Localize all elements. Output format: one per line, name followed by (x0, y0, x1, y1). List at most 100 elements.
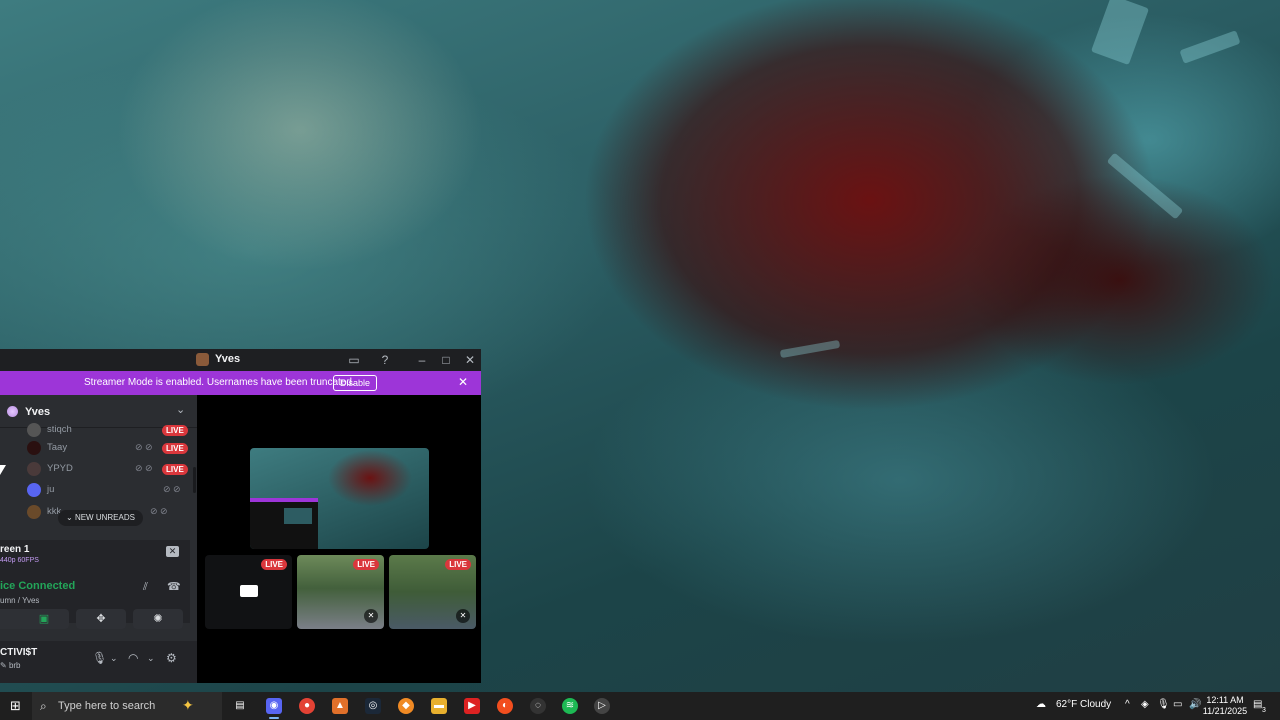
main-stream-tile[interactable] (250, 448, 429, 549)
live-badge: LIVE (162, 464, 188, 475)
muted-icon[interactable]: ✕ (456, 609, 470, 623)
server-name: Yves (25, 406, 51, 418)
search-box[interactable]: ⌕ Type here to search ✦ (32, 692, 222, 720)
app-icon[interactable]: ◌ (530, 698, 546, 714)
inbox-icon[interactable]: ▭ (346, 352, 362, 368)
gear-icon[interactable]: ⚙ (166, 651, 177, 665)
network-icon[interactable]: ▭ (1173, 699, 1182, 710)
steam-app-icon[interactable]: ◎ (365, 698, 381, 714)
user-panel: CTIVI$T ✎ brb 🎙 ⌄ ◠ ⌄ ⚙ (0, 641, 197, 683)
voice-member[interactable]: Taay ⊘ ⊘ LIVE (0, 438, 190, 458)
chevron-down-icon[interactable]: ⌄ (176, 403, 185, 416)
clock-date: 11/21/2025 (1202, 706, 1248, 716)
screen-share-panel: reen 1 440p 60FPS ✕ (0, 540, 190, 575)
streamer-mode-banner: Streamer Mode is enabled. Usernames have… (0, 371, 481, 395)
discord-icon (27, 483, 41, 497)
search-placeholder: Type here to search (58, 700, 156, 712)
new-unreads-pill[interactable]: ⌄ NEW UNREADS (58, 510, 143, 526)
taskbar: ⊞ ⌕ Type here to search ✦ ▤ ◉ ● ▲ ◎ ◆ ▬ … (0, 692, 1280, 720)
soundboard-button[interactable]: ✺ (133, 609, 183, 629)
tray-app-icon[interactable]: ◈ (1141, 699, 1149, 710)
user-status-text: brb (8, 661, 21, 670)
muted-icon[interactable]: ✕ (364, 609, 378, 623)
task-view-icon[interactable]: ▤ (232, 698, 248, 714)
clock-time: 12:11 AM (1206, 695, 1244, 705)
disconnect-icon[interactable]: ☎ (167, 580, 181, 593)
mouse-cursor (0, 465, 6, 475)
close-icon[interactable]: ✕ (462, 352, 478, 368)
background-streak (1090, 0, 1150, 66)
chevron-down-icon[interactable]: ⌄ (147, 653, 155, 664)
avatar (27, 462, 41, 476)
channel-sidebar: Yves ⌄ stiqch LIVE Taay ⊘ ⊘ LIVE YPYD ⊘ … (0, 395, 197, 683)
browser-app-icon[interactable]: ◆ (398, 698, 414, 714)
maximize-icon[interactable]: □ (438, 352, 454, 368)
stop-stream-icon[interactable]: ✕ (166, 546, 179, 557)
avatar (27, 441, 41, 455)
banner-close-icon[interactable]: ✕ (458, 375, 468, 389)
new-unreads-label: NEW UNREADS (74, 513, 135, 522)
media-player-icon[interactable]: ▷ (594, 698, 610, 714)
discord-window[interactable]: Yves ▭ ? – □ ✕ Streamer Mode is enabled.… (0, 349, 481, 683)
window-title: Yves (215, 353, 241, 365)
weather-text[interactable]: 62°F Cloudy (1056, 699, 1111, 710)
weather-icon: ☁ (1036, 699, 1046, 710)
voice-member[interactable]: ju ⊘ ⊘ (0, 480, 190, 500)
voice-member[interactable]: YPYD ⊘ ⊘ LIVE (0, 459, 190, 479)
stream-tile[interactable]: LIVE ✕ (297, 555, 384, 629)
system-clock[interactable]: 12:11 AM 11/21/2025 (1200, 695, 1250, 717)
app-icon[interactable]: ▲ (332, 698, 348, 714)
activities-button[interactable]: ✥ (76, 609, 126, 629)
voice-member[interactable]: stiqch LIVE (0, 420, 190, 440)
scrollbar[interactable] (193, 467, 196, 493)
noise-suppression-icon[interactable]: ⫽ (143, 581, 148, 594)
server-icon (7, 406, 18, 417)
live-badge: LIVE (445, 559, 471, 570)
title-bar[interactable]: Yves ▭ ? – □ ✕ (0, 349, 481, 371)
microphone-icon[interactable]: 🎙 (92, 651, 107, 665)
spotify-app-icon[interactable]: ≋ (562, 698, 578, 714)
notification-count: 3 (1262, 707, 1266, 714)
preview-video (284, 508, 312, 524)
chrome-app-icon[interactable]: ● (299, 698, 315, 714)
disable-button[interactable]: Disable (333, 375, 377, 391)
app-icon[interactable]: ▶ (464, 698, 480, 714)
stream-stage: LIVE LIVE ✕ LIVE ✕ (197, 395, 481, 683)
search-icon: ⌕ (40, 699, 47, 713)
chevron-down-icon[interactable]: ⌄ (110, 653, 118, 664)
chevron-up-icon[interactable]: ^ (1125, 699, 1130, 710)
minimize-icon[interactable]: – (414, 352, 430, 368)
background-streak (1179, 30, 1241, 64)
member-name: stiqch (47, 424, 72, 435)
nested-preview (250, 498, 318, 549)
headphones-icon[interactable]: ◠ (128, 651, 138, 665)
member-name: ju (47, 484, 55, 495)
file-explorer-icon[interactable]: ▬ (431, 698, 447, 714)
screen-share-quality: 440p 60FPS (0, 557, 39, 564)
stream-tile[interactable]: LIVE ✕ (389, 555, 476, 629)
mute-icon: ⊘ ⊘ (163, 484, 181, 494)
discord-app-icon[interactable]: ◉ (266, 698, 282, 719)
avatar (27, 423, 41, 437)
background-streak (779, 339, 841, 359)
mute-icon: ⊘ ⊘ (135, 442, 153, 452)
screen-share-button[interactable]: ▣ (19, 609, 69, 629)
app-icon[interactable]: ◐ (497, 698, 513, 714)
monitor-icon (240, 585, 258, 597)
windows-start-icon[interactable]: ⊞ (10, 699, 23, 712)
stream-tile[interactable]: LIVE (205, 555, 292, 629)
live-badge: LIVE (162, 443, 188, 454)
member-name: YPYD (47, 463, 73, 474)
preview-banner (250, 498, 318, 502)
microphone-icon[interactable]: 🎙 (1157, 699, 1170, 710)
live-badge: LIVE (261, 559, 287, 570)
banner-text: Streamer Mode is enabled. Usernames have… (84, 377, 355, 388)
copilot-icon[interactable]: ✦ (182, 697, 194, 714)
screen-share-title: reen 1 (0, 544, 30, 555)
member-name: Taay (47, 442, 68, 453)
live-badge: LIVE (162, 425, 188, 436)
help-icon[interactable]: ? (377, 352, 393, 368)
live-badge: LIVE (353, 559, 379, 570)
user-status: ✎ brb (0, 661, 21, 670)
voice-connected-label: ice Connected (0, 580, 76, 592)
